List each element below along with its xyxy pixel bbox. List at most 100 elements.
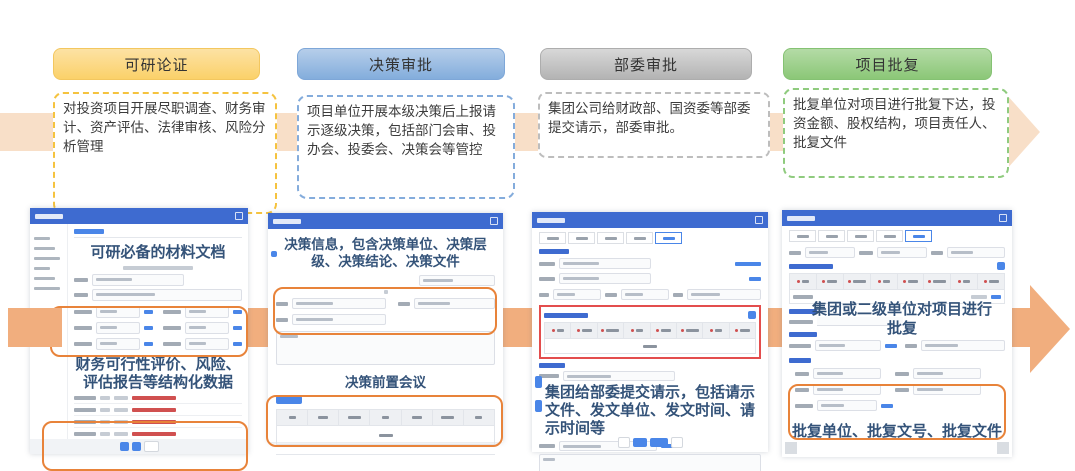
upload-link[interactable]	[144, 310, 153, 314]
upload-link[interactable]	[144, 326, 153, 330]
form-field[interactable]	[813, 384, 881, 395]
request-table-empty	[544, 339, 756, 354]
table-header-cell	[871, 274, 898, 289]
upload-link[interactable]	[233, 342, 242, 346]
table-header-cell	[730, 323, 755, 338]
more-button[interactable]	[671, 437, 683, 448]
form-field[interactable]	[559, 258, 651, 269]
required-hint-text	[132, 396, 176, 400]
tab-approval-active[interactable]	[905, 230, 932, 242]
form-field[interactable]	[877, 247, 927, 258]
field-label	[859, 251, 873, 255]
form-field[interactable]	[921, 340, 1005, 351]
field-label	[539, 374, 559, 378]
prev-page-button[interactable]	[120, 442, 129, 451]
field-label	[74, 278, 88, 282]
form-field[interactable]	[96, 338, 140, 350]
form-field[interactable]	[92, 289, 242, 301]
nav-menu-item[interactable]	[34, 257, 60, 260]
highlight-request-table	[539, 305, 761, 359]
meeting-table-empty	[276, 426, 495, 445]
submit-button[interactable]	[650, 438, 668, 447]
action-link[interactable]	[991, 295, 1001, 299]
form-field[interactable]	[96, 306, 140, 318]
form-field[interactable]	[947, 247, 1005, 258]
upload-link[interactable]	[233, 310, 242, 314]
form-field[interactable]	[292, 298, 386, 309]
tab-bar	[539, 232, 761, 244]
section-title-bar	[789, 264, 833, 269]
close-icon[interactable]	[755, 216, 763, 224]
close-icon[interactable]	[490, 217, 498, 225]
form-field[interactable]	[414, 298, 495, 309]
field-label	[931, 251, 943, 255]
close-icon[interactable]	[235, 212, 243, 220]
tab-3[interactable]	[847, 230, 874, 242]
annotation-submit-request: 集团给部委提交请示，包括请示文件、发文单位、发文时间、请示时间等	[545, 384, 761, 438]
upload-link[interactable]	[881, 404, 893, 408]
modal-title-placeholder	[537, 218, 565, 223]
tab-1[interactable]	[789, 230, 816, 242]
field-label	[74, 432, 96, 436]
remarks-textarea[interactable]	[276, 331, 495, 365]
tab-ministry-active[interactable]	[655, 232, 682, 244]
form-field[interactable]	[292, 314, 386, 325]
form-field[interactable]	[185, 322, 229, 334]
nav-menu-item[interactable]	[34, 237, 50, 240]
modal-titlebar	[532, 212, 768, 228]
form-field[interactable]	[96, 322, 140, 334]
form-field[interactable]	[185, 338, 229, 350]
form-field[interactable]	[815, 340, 881, 351]
table-header-cell	[370, 410, 401, 425]
action-link[interactable]	[735, 262, 761, 266]
text-placeholder	[114, 420, 128, 424]
cancel-button[interactable]	[618, 437, 630, 448]
next-page-button[interactable]	[132, 442, 141, 451]
nav-menu-item[interactable]	[34, 287, 60, 290]
action-link[interactable]	[885, 344, 897, 348]
add-row-button[interactable]	[997, 262, 1005, 270]
form-field[interactable]	[553, 289, 601, 300]
divider	[74, 237, 242, 238]
form-field[interactable]	[913, 368, 981, 379]
tab-4[interactable]	[626, 232, 653, 244]
form-field[interactable]	[817, 400, 877, 411]
upload-link[interactable]	[144, 342, 153, 346]
form-field[interactable]	[913, 384, 981, 395]
form-field[interactable]	[419, 275, 495, 286]
text-placeholder	[100, 408, 110, 412]
divider	[276, 454, 495, 455]
bottom-flow-arrow-head	[1030, 285, 1070, 373]
field-label	[276, 302, 288, 306]
add-meeting-button[interactable]	[276, 396, 302, 404]
page-size-select[interactable]	[144, 441, 159, 452]
add-row-button[interactable]	[748, 311, 756, 319]
field-label	[795, 404, 813, 408]
table-header-cell	[464, 410, 494, 425]
action-link[interactable]	[749, 277, 761, 281]
form-field[interactable]	[185, 306, 229, 318]
form-field[interactable]	[621, 289, 669, 300]
nav-menu-item[interactable]	[34, 247, 55, 250]
tab-1[interactable]	[539, 232, 566, 244]
form-field[interactable]	[559, 273, 651, 284]
tab-3[interactable]	[597, 232, 624, 244]
side-marker	[535, 400, 542, 412]
form-field[interactable]	[92, 274, 184, 286]
close-icon[interactable]	[999, 214, 1007, 222]
remarks-textarea[interactable]	[539, 454, 761, 471]
form-field[interactable]	[813, 368, 881, 379]
nav-menu-item[interactable]	[34, 277, 55, 280]
annotation-pre-meeting: 决策前置会议	[276, 371, 495, 391]
tab-2[interactable]	[568, 232, 595, 244]
nav-menu-item[interactable]	[34, 267, 50, 270]
save-button[interactable]	[633, 438, 647, 447]
form-field[interactable]	[687, 289, 761, 300]
form-field[interactable]	[805, 247, 855, 258]
stage-header-decision: 决策审批	[297, 48, 505, 80]
form-field[interactable]	[563, 371, 675, 381]
form-section-link[interactable]	[74, 229, 104, 234]
tab-2[interactable]	[818, 230, 845, 242]
upload-link[interactable]	[233, 326, 242, 330]
tab-4[interactable]	[876, 230, 903, 242]
